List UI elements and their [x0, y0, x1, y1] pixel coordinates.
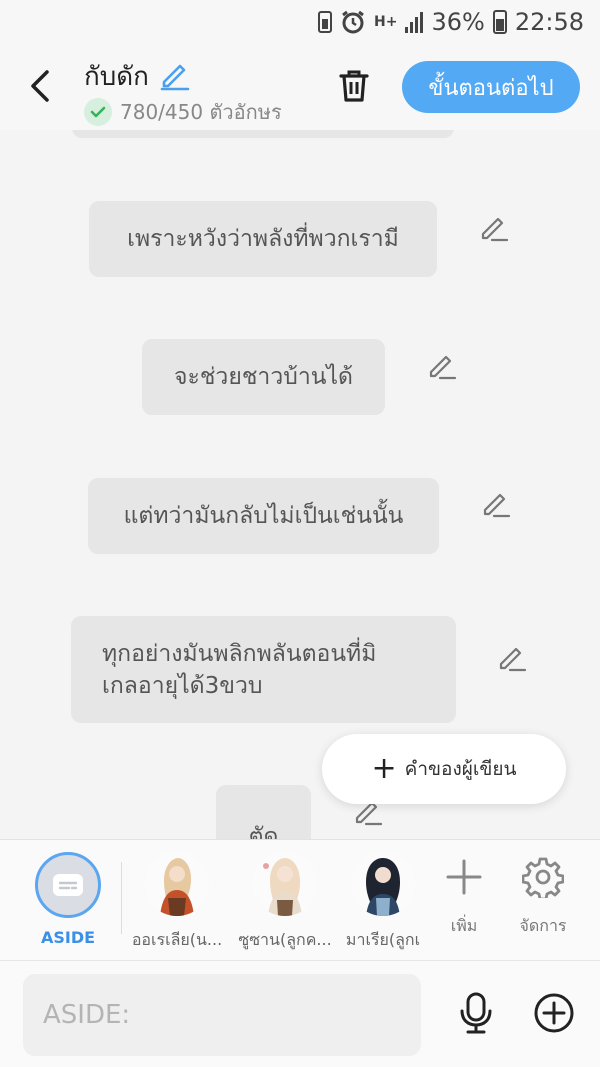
add-author-note-label: คำของผู้เขียน [404, 758, 517, 780]
network-type-icon: H+ [374, 14, 398, 30]
message-bubble[interactable]: เพราะหวังว่าพลังที่พวกเรามี [89, 201, 437, 277]
gear-icon [508, 854, 578, 900]
clock: 22:58 [514, 8, 584, 36]
character-susan[interactable]: ซูซาน(ลูกค... [230, 850, 340, 953]
plus-icon [429, 854, 499, 900]
add-circle-icon[interactable] [532, 991, 576, 1035]
character-bar: ASIDE ออเรเลีย(น... ซูซาน(ลูกค... มาเรีย… [0, 839, 600, 960]
input-bar [0, 960, 600, 1067]
microphone-icon[interactable] [456, 991, 496, 1035]
message-bubble[interactable]: แต่ทว่ามันกลับไม่เป็นเช่นนั้น [88, 478, 439, 554]
message-input[interactable] [23, 974, 421, 1056]
edit-pencil-icon[interactable] [496, 642, 528, 674]
aside-label: ASIDE [40, 928, 96, 947]
status-bar: H+ 36% 22:58 [0, 0, 600, 46]
alarm-icon [340, 9, 366, 35]
battery-icon [492, 10, 507, 34]
edit-pencil-icon[interactable] [426, 350, 458, 382]
top-app-bar: กับดัก 780/450 ตัวอักษร ขั้นตอนต่อไป [0, 46, 600, 130]
add-character-button[interactable]: เพิ่ม [429, 854, 499, 939]
character-count-row: 780/450 ตัวอักษร [84, 96, 282, 128]
avatar [144, 850, 210, 916]
edit-pencil-icon[interactable] [478, 212, 510, 244]
message-bubble[interactable]: ตัด [216, 785, 311, 839]
message-text: ทุกอย่างมันพลิกพลันตอนที่มิ เกลอายุได้3ข… [102, 640, 377, 699]
character-maria[interactable]: มาเรีย(ลูกเ [328, 850, 438, 953]
signal-icon [405, 11, 424, 33]
manage-label: จัดการ [519, 916, 567, 935]
message-bubble-partial[interactable] [72, 130, 454, 138]
add-author-note-button[interactable]: + คำของผู้เขียน [322, 734, 566, 804]
edit-title-pencil-icon[interactable] [158, 58, 192, 92]
message-text: ตัด [248, 824, 279, 839]
message-bubble[interactable]: จะช่วยชาวบ้านได้ [142, 339, 385, 415]
back-arrow-icon[interactable] [22, 64, 58, 108]
message-text: แต่ทว่ามันกลับไม่เป็นเช่นนั้น [123, 503, 404, 529]
character-aurelia[interactable]: ออเรเลีย(น... [122, 850, 232, 953]
battery-percent: 36% [431, 8, 485, 36]
page-title: กับดัก [84, 62, 149, 92]
battery-saver-icon [318, 11, 333, 33]
next-step-button[interactable]: ขั้นตอนต่อไป [402, 61, 580, 113]
message-text: เพราะหวังว่าพลังที่พวกเรามี [127, 226, 399, 252]
avatar [252, 850, 318, 916]
manage-characters-button[interactable]: จัดการ [508, 854, 578, 939]
message-bubble[interactable]: ทุกอย่างมันพลิกพลันตอนที่มิ เกลอายุได้3ข… [71, 616, 456, 723]
character-name: ออเรเลีย(น... [131, 930, 223, 949]
aside-button[interactable] [35, 852, 101, 918]
character-count: 780/450 ตัวอักษร [120, 100, 282, 124]
character-name: ซูซาน(ลูกค... [238, 930, 332, 949]
add-label: เพิ่ม [450, 916, 478, 935]
message-text: จะช่วยชาวบ้านได้ [173, 364, 353, 390]
trash-icon[interactable] [334, 66, 374, 106]
character-name: มาเรีย(ลูกเ [345, 930, 421, 949]
plus-icon: + [371, 751, 397, 786]
avatar [350, 850, 416, 916]
message-list: เพราะหวังว่าพลังที่พวกเรามี จะช่วยชาวบ้า… [0, 130, 600, 839]
check-icon [84, 98, 112, 126]
edit-pencil-icon[interactable] [480, 488, 512, 520]
